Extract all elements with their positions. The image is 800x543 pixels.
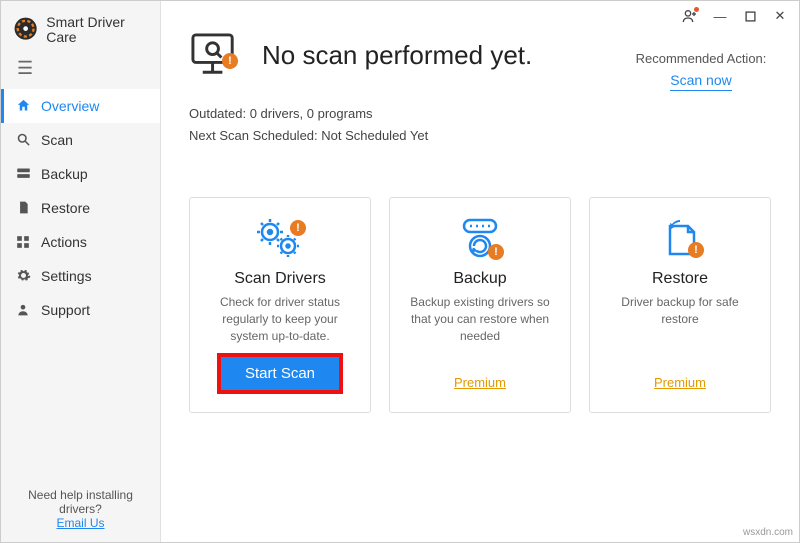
sidebar: Smart Driver Care ☰ Overview Scan Backup… [1, 1, 161, 542]
card-title: Backup [453, 270, 506, 288]
backup-card-icon: ! [450, 216, 510, 262]
scan-drivers-icon: ! [250, 216, 310, 262]
sidebar-item-overview[interactable]: Overview [1, 89, 160, 123]
sidebar-item-scan[interactable]: Scan [1, 123, 160, 157]
nav-label: Backup [41, 166, 88, 182]
notification-dot-icon [694, 7, 699, 12]
menu-toggle-icon[interactable]: ☰ [1, 58, 160, 89]
brand-title: Smart Driver Care [46, 15, 148, 46]
gear-icon [15, 268, 31, 283]
watermark: wsxdn.com [743, 527, 793, 538]
sidebar-item-backup[interactable]: Backup [1, 157, 160, 191]
content: ! No scan performed yet. Recommended Act… [161, 31, 799, 542]
header-left: ! No scan performed yet. [189, 31, 611, 79]
nav-label: Overview [41, 98, 99, 114]
page-title: No scan performed yet. [262, 40, 532, 71]
email-us-link[interactable]: Email Us [56, 516, 104, 530]
premium-link[interactable]: Premium [454, 375, 506, 390]
restore-card-icon: ! [650, 216, 710, 262]
card-desc: Backup existing drivers so that you can … [402, 294, 558, 363]
sidebar-item-support[interactable]: Support [1, 293, 160, 327]
nav-label: Settings [41, 268, 92, 284]
recommend-label: Recommended Action: [631, 51, 771, 66]
home-icon [15, 98, 31, 113]
card-restore: ! Restore Driver backup for safe restore… [589, 197, 771, 412]
next-scan-line: Next Scan Scheduled: Not Scheduled Yet [189, 125, 771, 147]
footer-text: drivers? [13, 502, 148, 516]
footer-text: Need help installing [13, 488, 148, 502]
card-title: Restore [652, 270, 708, 288]
app-logo-icon [13, 16, 38, 44]
nav-label: Support [41, 302, 90, 318]
main: — ✕ ! No scan performed yet. Recommended… [161, 1, 799, 542]
app-window: Smart Driver Care ☰ Overview Scan Backup… [0, 0, 800, 543]
account-icon[interactable] [675, 2, 705, 30]
titlebar: — ✕ [161, 1, 799, 31]
cards-row: ! Scan Drivers Check for driver status r… [189, 197, 771, 412]
backup-icon [15, 167, 31, 180]
card-backup: ! Backup Backup existing drivers so that… [389, 197, 571, 412]
nav-label: Restore [41, 200, 90, 216]
sidebar-footer: Need help installing drivers? Email Us [1, 476, 160, 542]
brand: Smart Driver Care [1, 1, 160, 58]
grid-icon [15, 235, 31, 249]
premium-link[interactable]: Premium [654, 375, 706, 390]
sidebar-item-settings[interactable]: Settings [1, 259, 160, 293]
monitor-alert-icon: ! [189, 31, 244, 79]
alert-badge-icon: ! [222, 53, 238, 69]
outdated-line: Outdated: 0 drivers, 0 programs [189, 103, 771, 125]
card-scan-drivers: ! Scan Drivers Check for driver status r… [189, 197, 371, 412]
minimize-button[interactable]: — [705, 2, 735, 30]
search-icon [15, 132, 31, 147]
maximize-button[interactable] [735, 2, 765, 30]
nav: Overview Scan Backup Restore Actions Set… [1, 89, 160, 327]
card-desc: Driver backup for safe restore [602, 294, 758, 363]
nav-label: Scan [41, 132, 73, 148]
sidebar-item-restore[interactable]: Restore [1, 191, 160, 225]
recommended-action: Recommended Action: Scan now [631, 31, 771, 91]
card-desc: Check for driver status regularly to kee… [202, 294, 358, 344]
person-icon [15, 302, 31, 317]
close-button[interactable]: ✕ [765, 2, 795, 30]
scan-now-link[interactable]: Scan now [670, 72, 731, 91]
header-row: ! No scan performed yet. Recommended Act… [189, 31, 771, 91]
nav-label: Actions [41, 234, 87, 250]
scan-stats: Outdated: 0 drivers, 0 programs Next Sca… [189, 103, 771, 147]
start-scan-button[interactable]: Start Scan [219, 355, 341, 392]
sidebar-item-actions[interactable]: Actions [1, 225, 160, 259]
card-title: Scan Drivers [234, 270, 326, 288]
restore-icon [15, 200, 31, 215]
